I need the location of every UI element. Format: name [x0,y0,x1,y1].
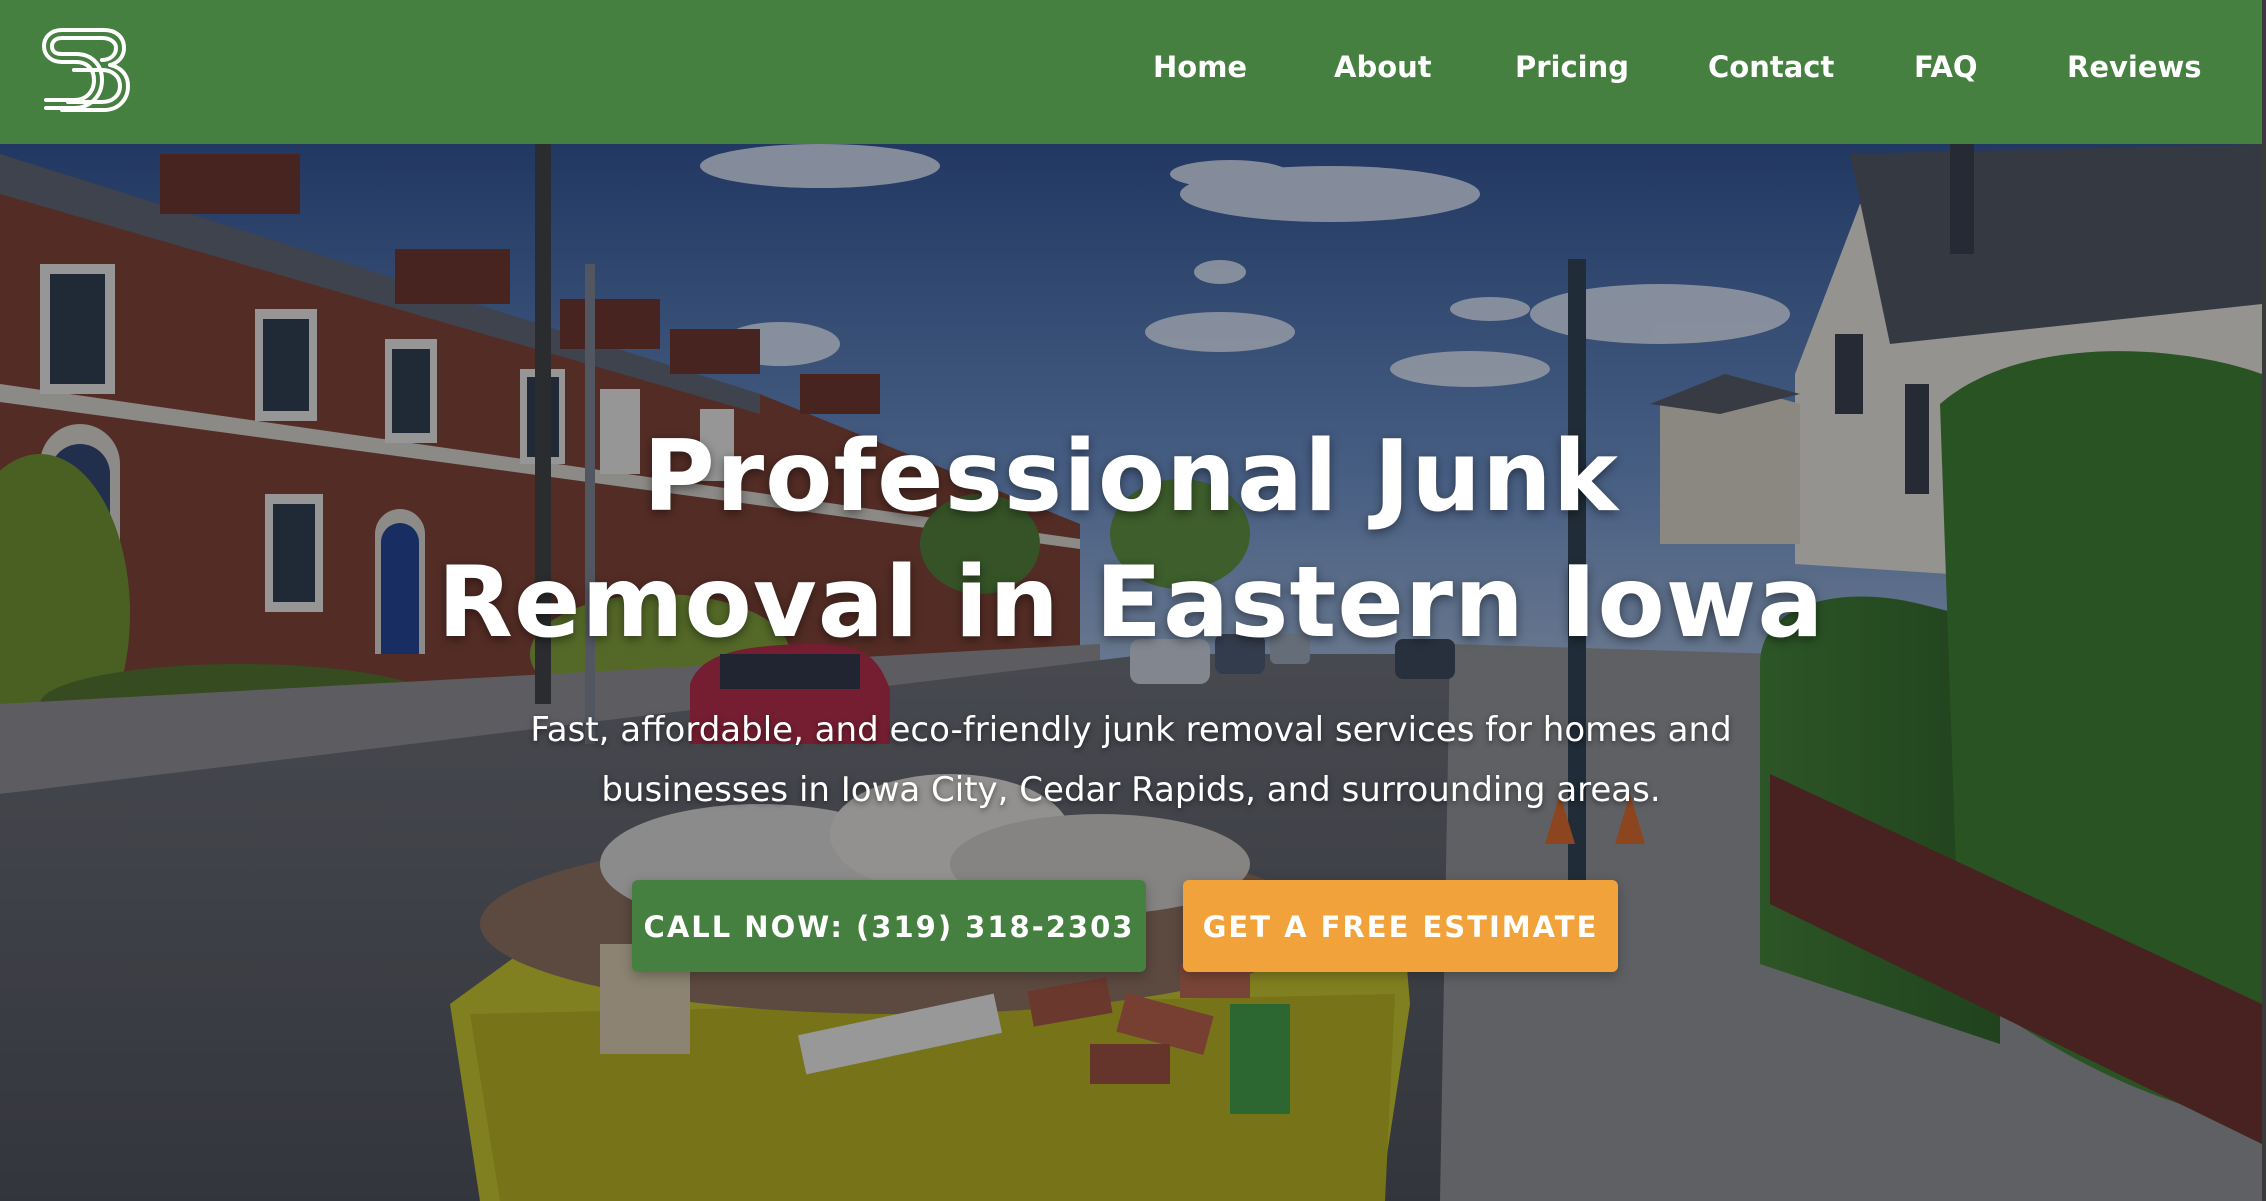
sb-monogram-logo-icon[interactable] [38,24,132,116]
window-edge [2262,0,2266,1201]
hero-subheading-line-2: businesses in Iowa City, Cedar Rapids, a… [601,770,1661,810]
nav-faq-link[interactable]: FAQ [1914,50,1978,84]
nav-about-link[interactable]: About [1334,50,1432,84]
hero-section: Professional Junk Removal in Eastern Iow… [0,144,2262,1201]
site-header: Home About Pricing Contact FAQ Reviews [0,0,2262,144]
nav-home-link[interactable]: Home [1153,50,1247,84]
hero-heading-line-1: Professional Junk [643,420,1619,534]
hero-heading-line-2: Removal in Eastern Iowa [437,546,1825,660]
hero-dark-overlay [0,144,2262,1201]
hero-subheading-line-1: Fast, affordable, and eco-friendly junk … [530,710,1732,750]
free-estimate-button[interactable]: GET A FREE ESTIMATE [1183,880,1618,972]
nav-reviews-link[interactable]: Reviews [2067,50,2202,84]
call-now-button[interactable]: CALL NOW: (319) 318-2303 [632,880,1146,972]
nav-contact-link[interactable]: Contact [1708,50,1834,84]
nav-pricing-link[interactable]: Pricing [1515,50,1629,84]
hero-heading: Professional Junk Removal in Eastern Iow… [0,414,2262,666]
landing-page: Home About Pricing Contact FAQ Reviews P… [0,0,2266,1201]
hero-subheading: Fast, affordable, and eco-friendly junk … [0,700,2262,820]
